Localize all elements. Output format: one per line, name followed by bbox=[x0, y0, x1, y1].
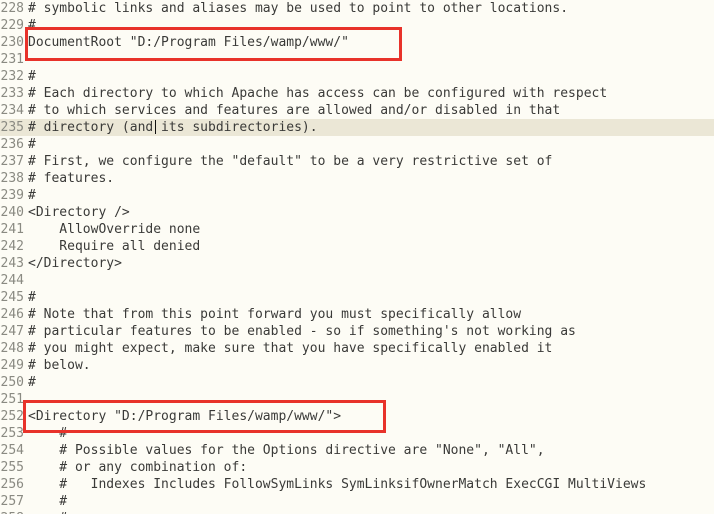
code-line[interactable]: 228 # symbolic links and aliases may be u… bbox=[0, 0, 714, 17]
code-line[interactable]: 252 <Directory "D:/Program Files/wamp/www… bbox=[0, 408, 714, 425]
code-line[interactable]: 245 # bbox=[0, 289, 714, 306]
code-line[interactable]: 230 DocumentRoot "D:/Program Files/wamp/w… bbox=[0, 34, 714, 51]
line-number: 231 bbox=[0, 52, 24, 67]
line-number: 254 bbox=[0, 443, 24, 458]
code-line[interactable]: 249 # below. bbox=[0, 357, 714, 374]
code-line[interactable]: 237 # First, we configure the "default" t… bbox=[0, 153, 714, 170]
code-line[interactable]: 256 # Indexes Includes FollowSymLinks Sy… bbox=[0, 476, 714, 493]
line-number: 253 bbox=[0, 426, 24, 441]
line-number: 230 bbox=[0, 35, 24, 50]
line-content[interactable]: </Directory> bbox=[24, 255, 122, 272]
code-line[interactable]: 251 bbox=[0, 391, 714, 408]
code-line[interactable]: 250 # bbox=[0, 374, 714, 391]
line-number: 242 bbox=[0, 239, 24, 254]
line-content[interactable]: # Note that from this point forward you … bbox=[24, 306, 521, 323]
code-line[interactable]: 258 # bbox=[0, 510, 714, 514]
code-line[interactable]: 243 </Directory> bbox=[0, 255, 714, 272]
line-number: 247 bbox=[0, 324, 24, 339]
line-number: 240 bbox=[0, 205, 24, 220]
line-content[interactable]: # or any combination of: bbox=[24, 459, 247, 476]
line-content[interactable]: # to which services and features are all… bbox=[24, 102, 560, 119]
line-number: 252 bbox=[0, 409, 24, 424]
line-content[interactable]: # bbox=[24, 17, 36, 34]
code-line[interactable]: 247 # particular features to be enabled -… bbox=[0, 323, 714, 340]
line-number: 237 bbox=[0, 154, 24, 169]
line-content[interactable]: # below. bbox=[24, 357, 91, 374]
line-content[interactable]: # Each directory to which Apache has acc… bbox=[24, 85, 607, 102]
line-number: 232 bbox=[0, 69, 24, 84]
line-number: 246 bbox=[0, 307, 24, 322]
code-line[interactable]: 229 # bbox=[0, 17, 714, 34]
line-number: 236 bbox=[0, 137, 24, 152]
line-number: 258 bbox=[0, 510, 24, 514]
line-content[interactable]: # bbox=[24, 136, 36, 153]
code-line[interactable]: 254 # Possible values for the Options di… bbox=[0, 442, 714, 459]
line-content[interactable]: # bbox=[24, 425, 67, 442]
line-number: 248 bbox=[0, 341, 24, 356]
code-line[interactable]: 248 # you might expect, make sure that yo… bbox=[0, 340, 714, 357]
line-number: 257 bbox=[0, 494, 24, 509]
code-line[interactable]: 242 Require all denied bbox=[0, 238, 714, 255]
code-line[interactable]: 235 # directory (and its subdirectories). bbox=[0, 119, 714, 136]
line-number: 245 bbox=[0, 290, 24, 305]
line-content[interactable]: # bbox=[24, 187, 36, 204]
code-line[interactable]: 233 # Each directory to which Apache has … bbox=[0, 85, 714, 102]
code-line[interactable]: 255 # or any combination of: bbox=[0, 459, 714, 476]
line-content[interactable]: AllowOverride none bbox=[24, 221, 200, 238]
line-content[interactable]: Require all denied bbox=[24, 238, 200, 255]
line-number: 233 bbox=[0, 86, 24, 101]
line-number: 244 bbox=[0, 273, 24, 288]
code-lines-container: 228 # symbolic links and aliases may be u… bbox=[0, 0, 714, 514]
line-number: 255 bbox=[0, 460, 24, 475]
line-content[interactable]: <Directory /> bbox=[24, 204, 130, 221]
line-number: 256 bbox=[0, 477, 24, 492]
line-content[interactable]: # First, we configure the "default" to b… bbox=[24, 153, 552, 170]
line-number: 243 bbox=[0, 256, 24, 271]
line-content[interactable]: # bbox=[24, 289, 36, 306]
code-line[interactable]: 240 <Directory /> bbox=[0, 204, 714, 221]
code-line[interactable]: 238 # features. bbox=[0, 170, 714, 187]
line-number: 250 bbox=[0, 375, 24, 390]
code-line[interactable]: 253 # bbox=[0, 425, 714, 442]
line-content[interactable]: # particular features to be enabled - so… bbox=[24, 323, 576, 340]
code-line[interactable]: 244 bbox=[0, 272, 714, 289]
line-number: 249 bbox=[0, 358, 24, 373]
line-content[interactable]: # bbox=[24, 374, 36, 391]
code-line[interactable]: 234 # to which services and features are … bbox=[0, 102, 714, 119]
line-number: 229 bbox=[0, 18, 24, 33]
line-content[interactable]: # bbox=[24, 68, 36, 85]
line-number: 228 bbox=[0, 1, 24, 16]
line-content[interactable]: # bbox=[24, 493, 67, 510]
code-line[interactable]: 232 # bbox=[0, 68, 714, 85]
code-line[interactable]: 246 # Note that from this point forward y… bbox=[0, 306, 714, 323]
line-content[interactable]: # Indexes Includes FollowSymLinks SymLin… bbox=[24, 476, 646, 493]
code-line[interactable]: 257 # bbox=[0, 493, 714, 510]
line-number: 238 bbox=[0, 171, 24, 186]
line-content[interactable]: # bbox=[24, 510, 67, 514]
line-number: 239 bbox=[0, 188, 24, 203]
text-caret bbox=[155, 120, 156, 134]
code-line[interactable]: 239 # bbox=[0, 187, 714, 204]
line-content[interactable]: # directory (and its subdirectories). bbox=[24, 119, 318, 136]
line-content[interactable]: # you might expect, make sure that you h… bbox=[24, 340, 552, 357]
line-content[interactable]: # features. bbox=[24, 170, 114, 187]
code-editor-pane[interactable]: 228 # symbolic links and aliases may be u… bbox=[0, 0, 714, 514]
code-line[interactable]: 231 bbox=[0, 51, 714, 68]
code-line[interactable]: 241 AllowOverride none bbox=[0, 221, 714, 238]
code-line[interactable]: 236 # bbox=[0, 136, 714, 153]
line-number: 235 bbox=[0, 120, 24, 135]
line-content[interactable]: DocumentRoot "D:/Program Files/wamp/www/… bbox=[24, 34, 349, 51]
line-content[interactable]: # symbolic links and aliases may be used… bbox=[24, 0, 568, 17]
line-number: 241 bbox=[0, 222, 24, 237]
line-content[interactable]: # Possible values for the Options direct… bbox=[24, 442, 544, 459]
line-content[interactable]: <Directory "D:/Program Files/wamp/www/"> bbox=[24, 408, 341, 425]
line-number: 234 bbox=[0, 103, 24, 118]
line-number: 251 bbox=[0, 392, 24, 407]
